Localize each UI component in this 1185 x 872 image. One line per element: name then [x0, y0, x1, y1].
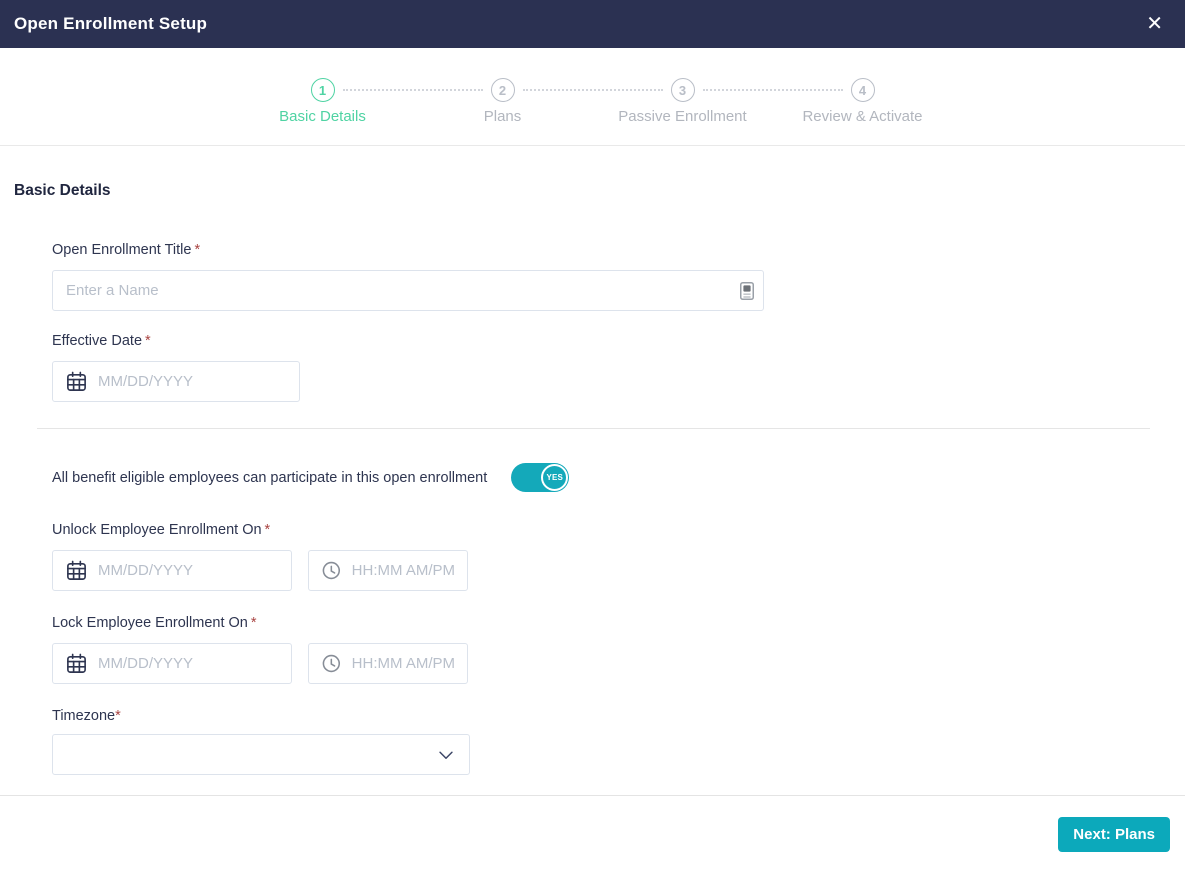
unlock-enrollment-row: MM/DD/YYYY HH:MM AM/PM: [52, 550, 1185, 591]
required-asterisk: *: [115, 708, 121, 724]
required-asterisk: *: [265, 522, 271, 538]
step-2-circle: 2: [491, 78, 515, 102]
lock-enrollment-label: Lock Employee Enrollment On*: [52, 615, 1185, 631]
lock-time-placeholder: HH:MM AM/PM: [352, 655, 455, 672]
timezone-select[interactable]: [52, 734, 470, 775]
title-field-label: Open Enrollment Title*: [52, 242, 1185, 258]
unlock-date-input[interactable]: MM/DD/YYYY: [52, 550, 292, 591]
next-plans-button[interactable]: Next: Plans: [1058, 817, 1170, 852]
participation-toggle-row: All benefit eligible employees can parti…: [52, 463, 1185, 492]
calendar-icon: [65, 559, 88, 582]
step-2-label: Plans: [484, 108, 522, 125]
step-4-circle: 4: [851, 78, 875, 102]
required-asterisk: *: [145, 333, 151, 349]
step-review-activate[interactable]: 4 Review & Activate: [788, 78, 938, 125]
step-3-label: Passive Enrollment: [618, 108, 746, 125]
basic-details-form: Open Enrollment Title* Effective Date*: [52, 242, 1185, 775]
step-passive-enrollment[interactable]: 3 Passive Enrollment: [608, 78, 758, 125]
lock-date-input[interactable]: MM/DD/YYYY: [52, 643, 292, 684]
unlock-enrollment-label: Unlock Employee Enrollment On*: [52, 522, 1185, 538]
autofill-extension-icon: [740, 282, 754, 300]
close-icon[interactable]: ✕: [1140, 10, 1169, 38]
effective-date-input[interactable]: MM/DD/YYYY: [52, 361, 300, 402]
effective-date-label-text: Effective Date: [52, 333, 142, 349]
section-title: Basic Details: [14, 182, 1185, 200]
lock-enrollment-row: MM/DD/YYYY HH:MM AM/PM: [52, 643, 1185, 684]
modal-body: Basic Details Open Enrollment Title* Eff…: [0, 146, 1185, 795]
toggle-knob: YES: [541, 464, 568, 491]
enrollment-title-input[interactable]: [52, 270, 764, 311]
title-input-wrap: [52, 270, 764, 311]
unlock-time-placeholder: HH:MM AM/PM: [352, 562, 455, 579]
modal-title: Open Enrollment Setup: [14, 14, 207, 34]
wizard-stepper: 1 Basic Details 2 Plans 3 Passive Enroll…: [248, 78, 938, 125]
modal-footer: Next: Plans: [0, 795, 1185, 872]
required-asterisk: *: [251, 615, 257, 631]
step-3-circle: 3: [671, 78, 695, 102]
step-1-circle: 1: [311, 78, 335, 102]
lock-time-input[interactable]: HH:MM AM/PM: [308, 643, 468, 684]
step-basic-details[interactable]: 1 Basic Details: [248, 78, 398, 125]
participation-toggle-label: All benefit eligible employees can parti…: [52, 470, 487, 486]
unlock-time-input[interactable]: HH:MM AM/PM: [308, 550, 468, 591]
calendar-icon: [65, 652, 88, 675]
modal-header: Open Enrollment Setup ✕: [0, 0, 1185, 48]
step-1-label: Basic Details: [279, 108, 366, 125]
calendar-icon: [65, 370, 88, 393]
clock-icon: [321, 560, 342, 581]
lock-date-placeholder: MM/DD/YYYY: [98, 655, 193, 672]
unlock-date-placeholder: MM/DD/YYYY: [98, 562, 193, 579]
chevron-down-icon: [435, 744, 457, 766]
unlock-enrollment-label-text: Unlock Employee Enrollment On: [52, 522, 262, 538]
participation-toggle[interactable]: YES: [511, 463, 569, 492]
timezone-label: Timezone*: [52, 708, 1185, 724]
step-4-label: Review & Activate: [802, 108, 922, 125]
effective-date-placeholder: MM/DD/YYYY: [98, 373, 193, 390]
section-divider: [37, 428, 1150, 429]
lock-enrollment-label-text: Lock Employee Enrollment On: [52, 615, 248, 631]
title-field-label-text: Open Enrollment Title: [52, 242, 191, 258]
stepper-section: 1 Basic Details 2 Plans 3 Passive Enroll…: [0, 48, 1185, 146]
effective-date-label: Effective Date*: [52, 333, 1185, 349]
open-enrollment-setup-modal: Open Enrollment Setup ✕ 1 Basic Details …: [0, 0, 1185, 866]
step-plans[interactable]: 2 Plans: [428, 78, 578, 125]
required-asterisk: *: [194, 242, 200, 258]
timezone-label-text: Timezone: [52, 708, 115, 724]
clock-icon: [321, 653, 342, 674]
